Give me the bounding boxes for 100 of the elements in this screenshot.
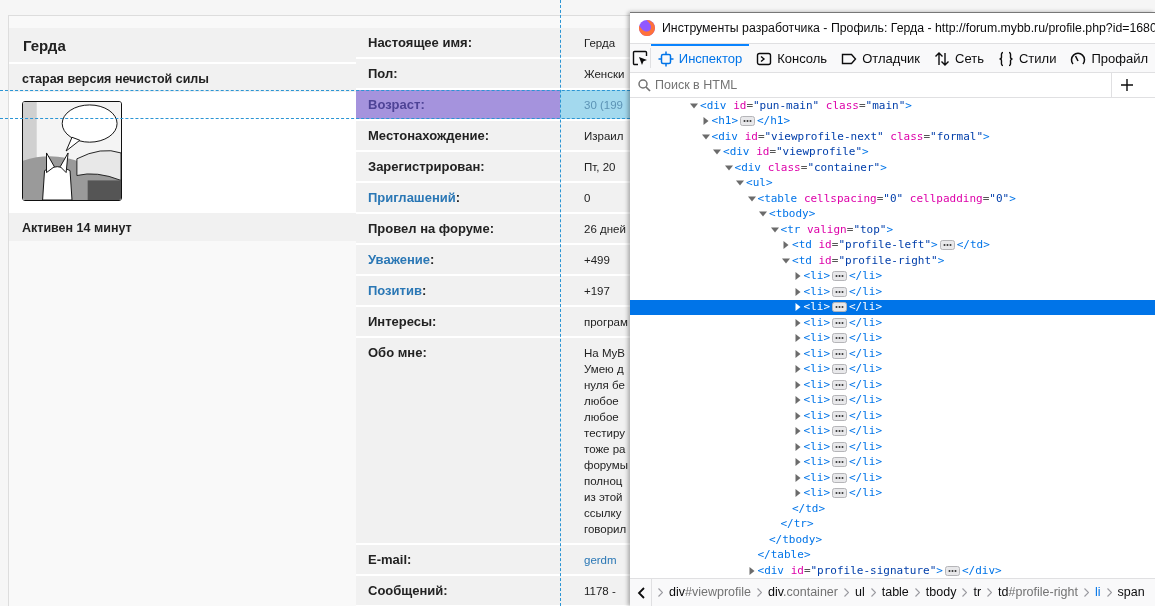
ellipsis-icon[interactable] <box>832 379 847 390</box>
expand-arrow-icon[interactable] <box>793 489 802 498</box>
expand-arrow-icon[interactable] <box>793 303 802 312</box>
tree-row[interactable]: <div id="pun-main" class="main"> <box>630 98 1155 114</box>
devtools-tab[interactable]: Стили <box>990 44 1064 72</box>
ellipsis-icon[interactable] <box>832 441 847 452</box>
tree-row[interactable]: <li> </li> <box>630 470 1155 486</box>
breadcrumb[interactable]: li <box>1094 583 1101 602</box>
ellipsis-icon[interactable] <box>832 472 847 483</box>
breadcrumb[interactable]: span <box>1117 583 1145 602</box>
tree-row[interactable]: <div id="profile-signature"> </div> <box>630 563 1155 578</box>
expand-arrow-icon[interactable] <box>793 442 802 451</box>
breadcrumb[interactable]: table <box>881 583 909 602</box>
tree-row[interactable]: <li> </li> <box>630 299 1155 315</box>
tree-row[interactable]: <li> </li> <box>630 284 1155 300</box>
ellipsis-icon[interactable] <box>939 240 955 251</box>
collapse-arrow-icon[interactable] <box>770 225 779 234</box>
tree-row[interactable]: <li> </li> <box>630 485 1155 501</box>
ellipsis-icon[interactable] <box>832 395 847 406</box>
expand-arrow-icon[interactable] <box>701 117 710 126</box>
expand-arrow-icon[interactable] <box>747 566 756 575</box>
devtools-tab[interactable]: Инспектор <box>650 44 750 72</box>
ellipsis-icon[interactable] <box>832 426 847 437</box>
devtools-tab[interactable]: Консоль <box>749 44 835 72</box>
tag-text: </tbody> <box>769 531 822 548</box>
ellipsis-icon[interactable] <box>944 565 960 576</box>
expand-arrow-icon[interactable] <box>793 365 802 374</box>
expand-arrow-icon[interactable] <box>793 396 802 405</box>
collapse-arrow-icon[interactable] <box>701 132 710 141</box>
expand-arrow-icon[interactable] <box>793 272 802 281</box>
breadcrumb[interactable]: ul <box>854 583 865 602</box>
collapse-arrow-icon[interactable] <box>713 148 721 157</box>
breadcrumb[interactable]: tbody <box>925 583 957 602</box>
collapse-arrow-icon[interactable] <box>747 194 756 203</box>
tree-row[interactable]: <ul> <box>630 175 1155 191</box>
ellipsis-icon[interactable] <box>740 116 755 127</box>
expand-arrow-icon[interactable] <box>793 473 802 482</box>
devtools-tab[interactable]: Профайл <box>1063 44 1155 72</box>
expand-arrow-icon[interactable] <box>793 318 802 327</box>
collapse-arrow-icon[interactable] <box>782 256 790 265</box>
ellipsis-icon[interactable] <box>832 317 847 328</box>
devtools-tab[interactable]: Отладчик <box>834 44 928 72</box>
tree-row[interactable]: <li> </li> <box>630 346 1155 362</box>
tree-row[interactable]: <h1> </h1> <box>630 113 1155 129</box>
tree-row[interactable]: <li> </li> <box>630 315 1155 331</box>
chevron-icon <box>757 588 762 597</box>
field-link[interactable]: Приглашений <box>368 190 456 205</box>
tree-row[interactable]: <li> </li> <box>630 268 1155 284</box>
tree-row[interactable]: <tr valign="top"> <box>630 222 1155 238</box>
devtools-tab[interactable]: Сеть <box>927 44 991 72</box>
tree-row[interactable]: <li> </li> <box>630 439 1155 455</box>
expand-arrow-icon[interactable] <box>793 427 802 436</box>
ellipsis-icon[interactable] <box>832 348 847 359</box>
tree-row[interactable]: <li> </li> <box>630 361 1155 377</box>
email-link[interactable]: gerdm <box>584 554 617 566</box>
collapse-arrow-icon[interactable] <box>690 101 698 110</box>
ellipsis-icon[interactable] <box>832 364 847 375</box>
tree-row[interactable]: <td id="profile-right"> <box>630 253 1155 269</box>
tree-row[interactable]: <div class="container"> <box>630 160 1155 176</box>
field-link[interactable]: Уважение <box>368 252 430 267</box>
chevron-icon <box>1106 588 1112 597</box>
label-cell-text: Настоящее имя: <box>367 34 473 52</box>
cursor-icon <box>631 50 648 66</box>
tree-row[interactable]: <li> </li> <box>630 423 1155 439</box>
ellipsis-icon[interactable] <box>832 457 847 468</box>
expand-arrow-icon[interactable] <box>793 458 802 467</box>
expand-arrow-icon[interactable] <box>793 287 802 296</box>
ellipsis-icon[interactable] <box>832 333 847 344</box>
ellipsis-icon[interactable] <box>832 286 847 297</box>
tree-row[interactable]: <li> </li> <box>630 330 1155 346</box>
tree-row[interactable]: <li> </li> <box>630 377 1155 393</box>
tree-row[interactable]: <li> </li> <box>630 454 1155 470</box>
field-link[interactable]: Позитив <box>368 283 422 298</box>
tree-row[interactable]: <li> </li> <box>630 392 1155 408</box>
tag-text: <div id="viewprofile-next" class="formal"> <box>711 128 990 145</box>
collapse-arrow-icon[interactable] <box>759 210 767 219</box>
expand-arrow-icon[interactable] <box>793 380 802 389</box>
search-field[interactable]: Поиск в HTML <box>655 75 1107 95</box>
expand-arrow-icon[interactable] <box>793 349 802 358</box>
tree-row[interactable]: <li> </li> <box>630 408 1155 424</box>
tree-row[interactable]: <tbody> <box>630 206 1155 222</box>
breadcrumb[interactable]: td#profile-right <box>998 583 1078 602</box>
tree-row[interactable]: <td id="profile-left"> </td> <box>630 237 1155 253</box>
ellipsis-icon[interactable] <box>832 410 847 421</box>
expand-arrow-icon[interactable] <box>782 241 790 250</box>
breadcrumb[interactable]: div.container <box>768 583 838 602</box>
tree-row[interactable]: <div id="viewprofile"> <box>630 144 1155 160</box>
expand-arrow-icon[interactable] <box>793 411 802 420</box>
tree-row[interactable]: <table cellspacing="0" cellpadding="0"> <box>630 191 1155 207</box>
element-picker-button[interactable] <box>630 48 651 68</box>
ellipsis-icon[interactable] <box>832 302 847 313</box>
ellipsis-icon[interactable] <box>832 271 847 282</box>
breadcrumb[interactable]: div#viewprofile <box>669 583 751 602</box>
collapse-arrow-icon[interactable] <box>724 163 733 172</box>
tree-row[interactable]: <div id="viewprofile-next" class="formal"> <box>630 129 1155 145</box>
ellipsis-icon[interactable] <box>832 488 847 499</box>
breadcrumb[interactable]: tr <box>973 583 982 602</box>
tag-text: </div> <box>961 562 1002 578</box>
collapse-arrow-icon[interactable] <box>736 179 744 188</box>
expand-arrow-icon[interactable] <box>793 334 802 343</box>
